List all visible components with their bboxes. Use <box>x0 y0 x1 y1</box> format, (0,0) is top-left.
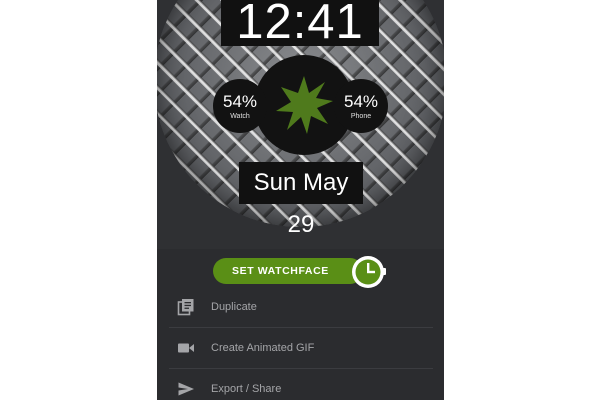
phone-battery-percent: 54% <box>343 92 379 111</box>
phone-battery-complication: 54% Phone <box>334 79 388 133</box>
center-complications: 54% Watch 54% Phone <box>213 55 388 155</box>
video-camera-icon <box>178 343 194 353</box>
menu-item-label: Duplicate <box>211 301 257 313</box>
menu-item-create-animated-gif[interactable]: Create Animated GIF <box>169 328 433 369</box>
menu-item-label: Export / Share <box>211 383 282 395</box>
set-watchface-button[interactable]: SET WATCHFACE <box>213 258 363 284</box>
menu-item-duplicate[interactable]: Duplicate <box>169 287 433 328</box>
watch-battery-label: Watch <box>230 113 250 120</box>
starburst-icon <box>276 76 333 134</box>
watch-time: 12:41 <box>221 0 379 47</box>
send-icon <box>178 382 194 396</box>
phone-battery-label: Phone <box>350 113 372 120</box>
watch-date: Sun May 29 <box>239 162 363 238</box>
app-screen: 12:41 54% Watch 54% Phone Sun May 29 SET… <box>157 0 444 400</box>
action-menu: Duplicate Create Animated GIF Export / S… <box>169 287 433 400</box>
menu-item-label: Create Animated GIF <box>211 342 315 354</box>
menu-item-export-share[interactable]: Export / Share <box>169 369 433 400</box>
watch-battery-percent: 54% <box>222 92 258 111</box>
set-watchface-row: SET WATCHFACE <box>157 255 444 289</box>
watch-clock-icon[interactable] <box>351 255 389 289</box>
duplicate-icon <box>177 299 194 316</box>
watch-battery-complication: 54% Watch <box>213 79 267 133</box>
watchface-preview: 12:41 54% Watch 54% Phone Sun May 29 <box>157 0 444 249</box>
